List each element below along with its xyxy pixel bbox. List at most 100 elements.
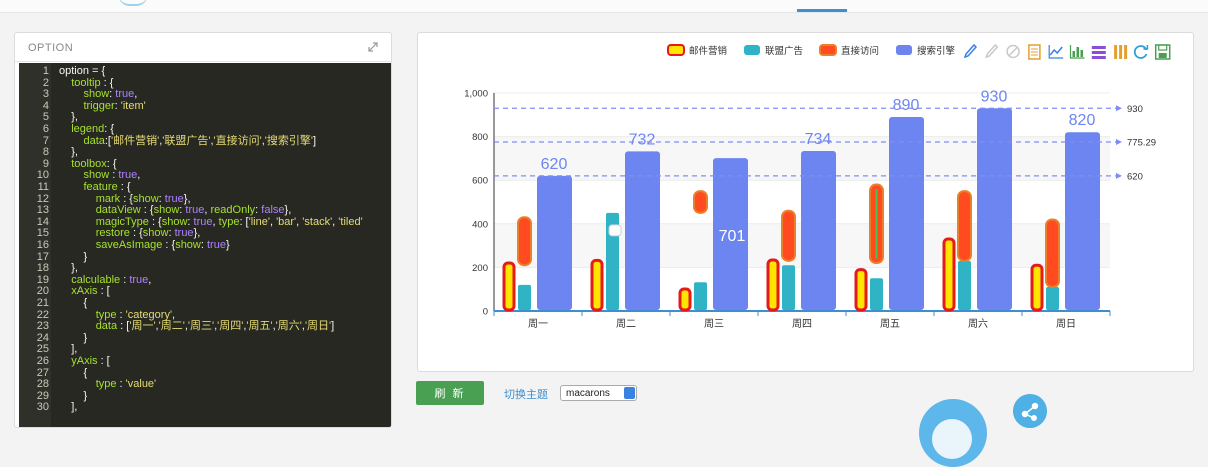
bar-value-label: 732 — [629, 131, 656, 148]
code-line: 21 { — [19, 298, 391, 309]
bar-union-ads — [870, 278, 883, 310]
code-line: 3 show: true, — [19, 89, 391, 100]
stack-icon[interactable] — [1091, 46, 1106, 59]
code-line: 15 restore : {show: true}, — [19, 228, 391, 239]
legend-label: 联盟广告 — [765, 45, 803, 57]
code-text: restore : {show: true}, — [95, 227, 201, 240]
line-number: 9 — [42, 157, 49, 170]
line-number: 24 — [36, 331, 49, 344]
code-line: 4 trigger: 'item' — [19, 99, 391, 112]
code-line: 28 type : 'value' — [19, 379, 391, 390]
code-line: 19 calculable : true, — [19, 274, 391, 286]
bar-search-engine — [889, 116, 924, 310]
code-text: saveAsImage : {show: true} — [95, 239, 230, 251]
data-view-icon[interactable] — [1028, 44, 1041, 60]
y-tick-label: 200 — [472, 263, 488, 274]
bar-direct-access — [517, 216, 532, 267]
code-text: } — [59, 331, 88, 344]
select-arrow-icon — [624, 387, 635, 399]
legend-swatch — [744, 45, 760, 55]
line-number: 14 — [36, 215, 49, 228]
code-text: }, — [59, 146, 78, 159]
code-line: 2 tooltip : { — [19, 76, 391, 89]
bar-chart-icon[interactable] — [1069, 45, 1085, 59]
save-image-icon[interactable] — [1154, 44, 1171, 60]
line-number: 18 — [36, 262, 49, 275]
line-number: 6 — [42, 123, 49, 135]
theme-select[interactable]: macarons — [560, 385, 637, 401]
code-line: 20 xAxis : [ — [19, 286, 391, 297]
tiled-icon[interactable] — [1114, 45, 1128, 59]
line-number: 27 — [36, 366, 49, 379]
code-editor[interactable]: 1 option = {2 tooltip : {3 show: true, 4 t… — [19, 63, 391, 427]
code-text: data : ['周一','周二','周三','周四','周五','周六','周… — [95, 320, 335, 333]
code-text: }, — [59, 262, 78, 275]
line-number: 2 — [42, 76, 49, 89]
active-tab-indicator — [797, 9, 847, 12]
bar-search-engine — [537, 175, 572, 310]
mark-icon[interactable] — [963, 43, 978, 59]
bar-search-engine — [977, 108, 1012, 310]
bar-email-marketing — [766, 258, 780, 312]
code-line: 8 }, — [19, 147, 391, 158]
code-text: legend: { — [71, 123, 115, 135]
bar-direct-access — [957, 190, 972, 262]
mark-line-arrow — [1116, 138, 1122, 145]
code-line: 13 dataView : {show: true, readOnly: fal… — [19, 205, 391, 216]
code-line: 22 type : 'category', — [19, 308, 391, 321]
code-text: magicType : {show: true, type: ['line', … — [95, 215, 363, 228]
code-line: 24 } — [19, 331, 391, 344]
restore-icon[interactable] — [1133, 45, 1149, 59]
mark-line-arrow — [1116, 105, 1122, 112]
theme-select-value: macarons — [566, 388, 610, 399]
code-text: } — [59, 389, 88, 402]
code-line: 26 yAxis : [ — [19, 356, 391, 367]
code-line: 7 data:['邮件营销','联盟广告','直接访问','搜索引擎'] — [19, 135, 391, 147]
code-line: 18 }, — [19, 263, 391, 274]
bar-union-ads — [958, 260, 971, 310]
bar-email-marketing — [942, 237, 956, 312]
code-line: 9 toolbox: { — [19, 157, 391, 170]
bar-direct-access — [1045, 218, 1060, 289]
line-number: 8 — [42, 146, 49, 159]
line-number: 4 — [42, 99, 49, 112]
bar-union-ads — [782, 265, 795, 310]
line-number: 3 — [42, 88, 49, 101]
mark-line-arrow — [1116, 172, 1122, 179]
share-icon[interactable] — [1013, 394, 1047, 428]
code-text: yAxis : [ — [71, 355, 110, 367]
code-text: }, — [59, 111, 78, 124]
code-text: show : true, — [83, 169, 141, 182]
bar-value-label: 930 — [981, 88, 1008, 105]
bar-value-label: 820 — [1069, 112, 1096, 129]
bar-email-marketing — [678, 287, 692, 312]
line-number: 17 — [36, 250, 49, 263]
y-tick-label: 600 — [472, 176, 488, 187]
mark-undo-icon[interactable] — [985, 43, 999, 59]
refresh-button[interactable]: 刷 新 — [416, 381, 484, 405]
bar-value-label: 890 — [893, 97, 920, 114]
legend-swatch — [667, 44, 685, 56]
code-text: type : 'value' — [95, 378, 157, 391]
legend-label: 搜索引擎 — [917, 45, 956, 57]
line-number: 29 — [36, 389, 49, 402]
line-chart-icon[interactable] — [1048, 45, 1064, 59]
x-tick-label: 周日 — [1056, 318, 1076, 330]
line-number: 23 — [36, 320, 49, 333]
code-text: mark : {show: true}, — [95, 192, 191, 205]
x-tick-label: 周二 — [616, 318, 636, 330]
legend-label: 直接访问 — [841, 45, 879, 57]
line-number: 26 — [36, 355, 49, 367]
top-nav-bar — [0, 0, 1208, 13]
bar-value-label: 701 — [719, 228, 746, 245]
y-tick-label: 0 — [483, 307, 488, 318]
line-number: 16 — [36, 239, 49, 251]
code-text: dataView : {show: true, readOnly: false}… — [95, 204, 292, 217]
mark-clear-icon[interactable] — [1006, 44, 1020, 59]
y-tick-label: 800 — [472, 132, 488, 143]
expand-icon[interactable] — [367, 41, 379, 53]
legend-swatch — [896, 45, 912, 55]
code-text: type : 'category', — [95, 308, 176, 321]
bar-chart: 0 200 400 600 800 1,000 周一 周二 周三 周四 周五 周六 周日 620 732 70… — [464, 43, 1171, 330]
x-tick-label: 周一 — [528, 318, 548, 330]
